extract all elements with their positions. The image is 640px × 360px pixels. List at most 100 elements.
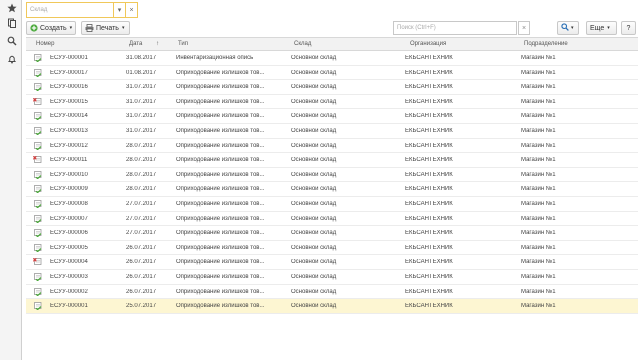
cell-date: 27.07.2017: [126, 200, 157, 207]
cell-division: Магазин №1: [521, 200, 556, 207]
warehouse-input[interactable]: Склад: [26, 2, 114, 18]
table-row[interactable]: ЕСУУ-000012 28.07.2017 Оприходование излиш…: [26, 139, 638, 154]
document-posted-icon: [34, 83, 42, 92]
warehouse-filter: Склад ▾ ×: [26, 2, 138, 18]
help-button[interactable]: ?: [621, 21, 636, 35]
cell-date: 31.07.2017: [126, 127, 157, 134]
column-header-type[interactable]: Тип: [178, 41, 188, 47]
cell-date: 28.07.2017: [126, 171, 157, 178]
chevron-down-icon: ▾: [607, 25, 610, 31]
document-deleted-icon: [33, 97, 42, 105]
cell-date: 28.07.2017: [126, 157, 157, 164]
cell-organization: ЕКБСАНТЕХНИК: [405, 273, 453, 280]
bell-icon[interactable]: [6, 53, 17, 64]
document-icon[interactable]: [6, 17, 17, 28]
document-posted-icon: [34, 200, 42, 208]
table-row[interactable]: ЕСУУ-000009 28.07.2017 Оприходование излиш…: [26, 182, 638, 197]
print-label: Печать: [96, 24, 119, 32]
table-row[interactable]: ЕСУУ-000015 31.07.2017 Оприходование излиш…: [26, 95, 638, 110]
cell-warehouse: Основной склад: [291, 171, 337, 178]
cell-division: Магазин №1: [521, 98, 556, 105]
cell-organization: ЕКБСАНТЕХНИК: [405, 55, 453, 61]
table-row[interactable]: ЕСУУ-000001 25.07.2017 Оприходование излиш…: [26, 299, 638, 314]
cell-number: ЕСУУ-000001: [50, 303, 88, 310]
cell-division: Магазин №1: [521, 230, 556, 237]
table-row[interactable]: ЕСУУ-000006 27.07.2017 Оприходование излиш…: [26, 226, 638, 241]
help-label: ?: [626, 24, 631, 32]
print-button[interactable]: Печать ▾: [81, 21, 130, 35]
document-posted-icon: [34, 54, 42, 62]
cell-number: ЕСУУ-000016: [50, 84, 88, 91]
table-row[interactable]: ЕСУУ-000014 31.07.2017 Оприходование излиш…: [26, 109, 638, 124]
column-header-date[interactable]: Дата: [129, 41, 142, 47]
cell-type: Оприходование излишков тов...: [176, 288, 265, 295]
search-clear-button[interactable]: ×: [518, 21, 530, 35]
cell-division: Магазин №1: [521, 84, 556, 91]
cell-warehouse: Основной склад: [291, 127, 337, 134]
table-row[interactable]: ЕСУУ-000017 01.08.2017 Оприходование излиш…: [26, 66, 638, 81]
column-header-warehouse[interactable]: Склад: [294, 41, 311, 47]
table-row[interactable]: ЕСУУ-000001 31.08.2017 Инвентаризационная …: [26, 51, 638, 66]
cell-organization: ЕКБСАНТЕХНИК: [405, 98, 453, 105]
table-row[interactable]: ЕСУУ-000002 26.07.2017 Оприходование излиш…: [26, 285, 638, 300]
create-label: Создать: [40, 24, 67, 32]
more-button[interactable]: Еще ▾: [586, 21, 617, 35]
document-posted-icon: [34, 229, 42, 238]
table-row[interactable]: ЕСУУ-000004 26.07.2017 Оприходование излиш…: [26, 255, 638, 270]
chevron-down-icon: ▾: [117, 7, 122, 14]
table-header: Номер Дата ↑ Тип Склад Организация Подра…: [26, 37, 638, 51]
table-row[interactable]: ЕСУУ-000007 27.07.2017 Оприходование излиш…: [26, 212, 638, 227]
table-row[interactable]: ЕСУУ-000008 27.07.2017 Оприходование излиш…: [26, 197, 638, 212]
column-header-organization[interactable]: Организация: [410, 41, 446, 47]
column-header-division[interactable]: Подразделение: [524, 41, 568, 47]
cell-division: Магазин №1: [521, 55, 556, 61]
document-posted-icon: [34, 68, 42, 77]
cell-type: Оприходование излишков тов...: [176, 113, 265, 120]
cell-type: Оприходование излишков тов...: [176, 215, 265, 222]
cell-number: ЕСУУ-000010: [50, 171, 88, 178]
warehouse-clear-button[interactable]: ×: [126, 2, 138, 18]
cell-warehouse: Основной склад: [291, 113, 337, 120]
sort-ascending-icon: ↑: [156, 41, 159, 47]
search-icon[interactable]: [6, 35, 17, 46]
cell-organization: ЕКБСАНТЕХНИК: [405, 127, 453, 134]
table-row[interactable]: ЕСУУ-000005 26.07.2017 Оприходование излиш…: [26, 241, 638, 256]
cell-warehouse: Основной склад: [291, 200, 337, 207]
cell-type: Инвентаризационная опись: [176, 55, 254, 61]
table-row[interactable]: ЕСУУ-000010 28.07.2017 Оприходование излиш…: [26, 168, 638, 183]
table-row[interactable]: ЕСУУ-000016 31.07.2017 Оприходование излиш…: [26, 80, 638, 95]
cell-warehouse: Основной склад: [291, 98, 337, 105]
cell-warehouse: Основной склад: [291, 303, 337, 310]
create-button[interactable]: Создать ▾: [26, 21, 76, 35]
cell-date: 31.07.2017: [126, 98, 157, 105]
cell-organization: ЕКБСАНТЕХНИК: [405, 171, 453, 178]
star-icon[interactable]: [6, 2, 17, 13]
warehouse-dropdown-button[interactable]: ▾: [114, 2, 126, 18]
cell-date: 26.07.2017: [126, 244, 157, 251]
table-row[interactable]: ЕСУУ-000003 26.07.2017 Оприходование излиш…: [26, 270, 638, 285]
cell-division: Магазин №1: [521, 113, 556, 120]
column-header-number[interactable]: Номер: [36, 41, 54, 47]
cell-number: ЕСУУ-000005: [50, 244, 88, 251]
cell-date: 26.07.2017: [126, 259, 157, 266]
cell-warehouse: Основной склад: [291, 259, 337, 266]
search-input[interactable]: Поиск (Ctrl+F): [393, 21, 517, 35]
more-label: Еще: [590, 24, 605, 32]
close-icon: ×: [129, 6, 134, 14]
cell-organization: ЕКБСАНТЕХНИК: [405, 230, 453, 237]
cell-warehouse: Основной склад: [291, 157, 337, 164]
cell-organization: ЕКБСАНТЕХНИК: [405, 157, 453, 164]
table-row[interactable]: ЕСУУ-000013 31.07.2017 Оприходование излиш…: [26, 124, 638, 139]
printer-icon: [85, 24, 94, 32]
sidebar: [0, 0, 22, 360]
main-panel: Склад ▾ × Создать ▾ Печать ▾ Поиск (Ctrl…: [23, 0, 640, 360]
cell-number: ЕСУУ-000012: [50, 142, 88, 149]
document-posted-icon: [34, 170, 42, 179]
cell-warehouse: Основной склад: [291, 55, 337, 61]
search-button[interactable]: ▾: [557, 21, 579, 35]
cell-number: ЕСУУ-000015: [50, 98, 88, 105]
cell-organization: ЕКБСАНТЕХНИК: [405, 186, 453, 193]
cell-division: Магазин №1: [521, 215, 556, 222]
cell-number: ЕСУУ-000014: [50, 113, 88, 120]
table-row[interactable]: ЕСУУ-000011 28.07.2017 Оприходование излиш…: [26, 153, 638, 168]
